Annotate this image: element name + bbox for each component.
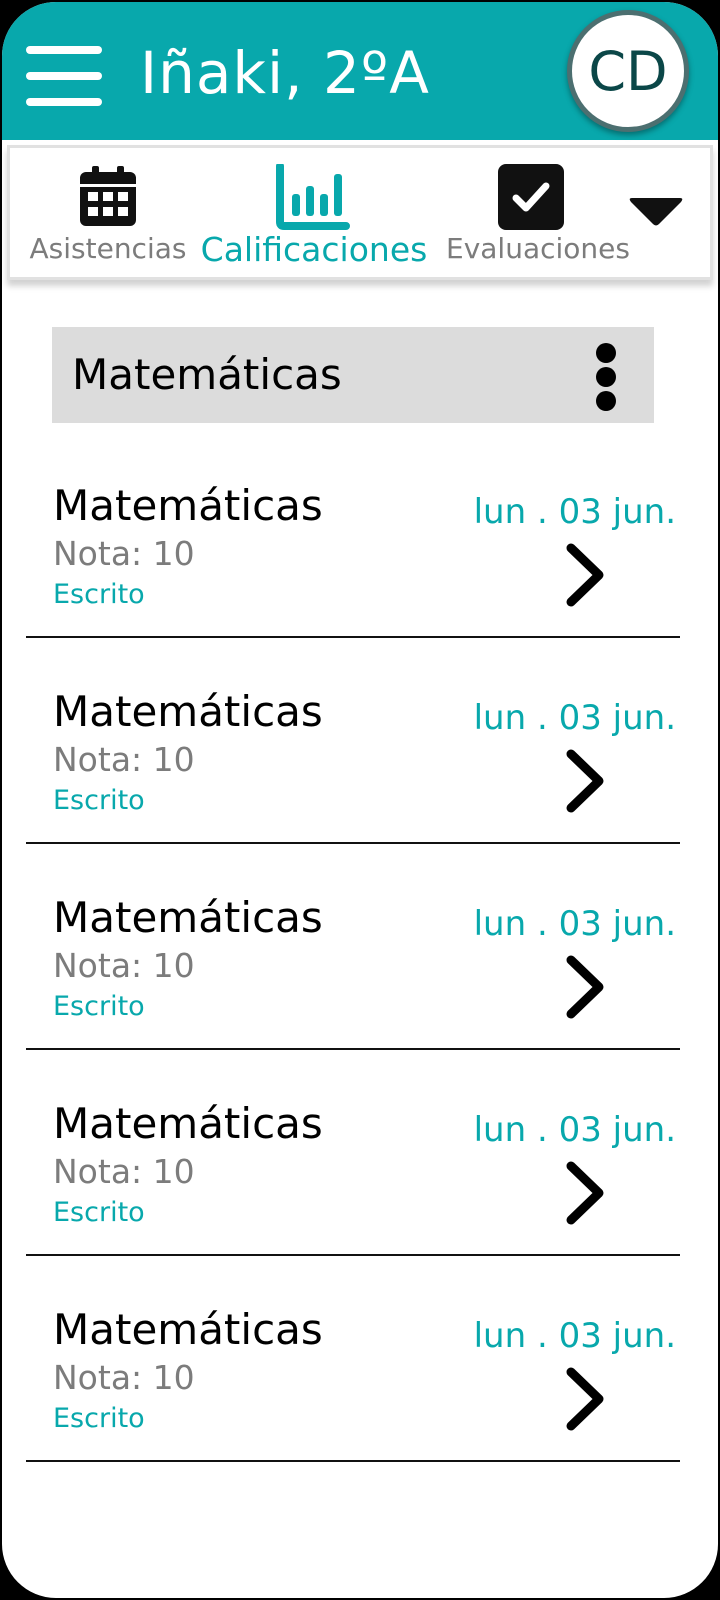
grade-type: Escrito <box>53 991 145 1022</box>
grade-subject: Matemáticas <box>53 687 323 736</box>
chevron-right-icon[interactable] <box>563 1160 607 1226</box>
list-item[interactable]: Matemáticas Nota: 10 Escrito lun . 03 ju… <box>26 1050 680 1256</box>
tab-label: Evaluaciones <box>446 232 630 265</box>
list-item[interactable]: Matemáticas Nota: 10 Escrito lun . 03 ju… <box>26 638 680 844</box>
grade-type: Escrito <box>53 785 145 816</box>
chevron-right-icon[interactable] <box>563 542 607 608</box>
grade-note: Nota: 10 <box>53 1358 195 1397</box>
grade-date: lun . 03 jun. <box>473 1316 676 1356</box>
chevron-right-icon[interactable] <box>563 954 607 1020</box>
tab-bar: Asistencias Calificaciones Evaluaciones <box>7 145 713 280</box>
tab-evaluaciones[interactable]: Evaluaciones <box>440 148 636 277</box>
section-title: Matemáticas <box>72 350 342 399</box>
grade-list: Matemáticas Nota: 10 Escrito lun . 03 ju… <box>26 432 680 1462</box>
menu-line <box>26 72 102 80</box>
grade-date: lun . 03 jun. <box>473 492 676 532</box>
grade-type: Escrito <box>53 1197 145 1228</box>
grade-note: Nota: 10 <box>53 534 195 573</box>
tab-label: Calificaciones <box>200 230 428 269</box>
avatar[interactable]: CD <box>567 10 689 132</box>
tab-calificaciones[interactable]: Calificaciones <box>200 148 428 277</box>
list-item[interactable]: Matemáticas Nota: 10 Escrito lun . 03 ju… <box>26 432 680 638</box>
kebab-dot <box>596 343 616 363</box>
grade-subject: Matemáticas <box>53 1305 323 1354</box>
page-title: Iñaki, 2ºA <box>140 39 430 107</box>
grade-note: Nota: 10 <box>53 1152 195 1191</box>
grade-subject: Matemáticas <box>53 893 323 942</box>
kebab-dot <box>596 367 616 387</box>
grade-date: lun . 03 jun. <box>473 904 676 944</box>
tab-label: Asistencias <box>29 232 187 265</box>
chevron-right-icon[interactable] <box>563 748 607 814</box>
list-item[interactable]: Matemáticas Nota: 10 Escrito lun . 03 ju… <box>26 1256 680 1462</box>
caret-down-icon[interactable] <box>628 192 688 232</box>
grade-date: lun . 03 jun. <box>473 698 676 738</box>
hamburger-menu-icon[interactable] <box>26 42 102 106</box>
calendar-icon <box>80 166 136 226</box>
subject-section-header: Matemáticas <box>52 327 654 423</box>
chevron-right-icon[interactable] <box>563 1366 607 1432</box>
checkbox-icon <box>498 164 564 230</box>
kebab-dot <box>596 391 616 411</box>
grade-type: Escrito <box>53 579 145 610</box>
app-header: Iñaki, 2ºA CD <box>2 2 718 140</box>
menu-line <box>26 46 102 54</box>
grade-note: Nota: 10 <box>53 946 195 985</box>
phone-frame: Iñaki, 2ºA CD Asistencias Calificaciones… <box>0 0 720 1600</box>
grade-note: Nota: 10 <box>53 740 195 779</box>
menu-line <box>26 98 102 106</box>
tab-asistencias[interactable]: Asistencias <box>24 148 192 277</box>
grade-subject: Matemáticas <box>53 1099 323 1148</box>
more-options-icon[interactable] <box>592 341 622 411</box>
grade-subject: Matemáticas <box>53 481 323 530</box>
app-screen: Iñaki, 2ºA CD Asistencias Calificaciones… <box>2 2 718 1598</box>
list-item[interactable]: Matemáticas Nota: 10 Escrito lun . 03 ju… <box>26 844 680 1050</box>
bar-chart-icon <box>276 164 350 230</box>
grade-type: Escrito <box>53 1403 145 1434</box>
grade-date: lun . 03 jun. <box>473 1110 676 1150</box>
